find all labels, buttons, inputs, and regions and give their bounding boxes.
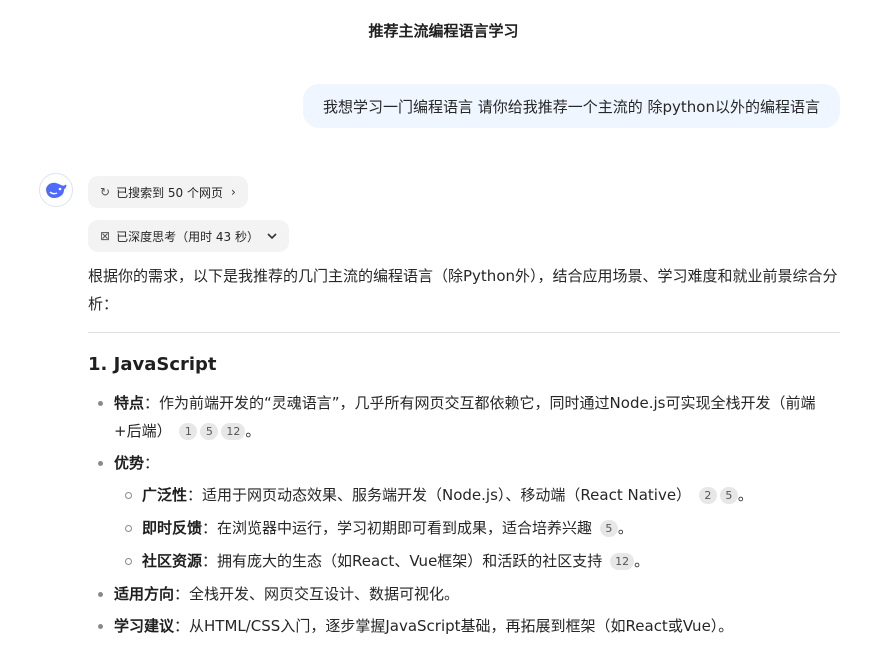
- page-title: 推荐主流编程语言学习: [368, 22, 519, 40]
- citation-badge[interactable]: 12: [610, 553, 635, 570]
- advantages-label: 优势: [114, 454, 145, 472]
- period: 。: [245, 422, 261, 440]
- sublist-item-community: 社区资源：拥有庞大的生态（如React、Vue框架）和活跃的社区支持 12。: [114, 547, 840, 575]
- features-text: ：作为前端开发的“灵魂语言”，几乎所有网页交互都依赖它，同时通过Node.js可…: [114, 394, 816, 440]
- deep-think-label: 已深度思考（用时 43 秒）: [116, 229, 259, 244]
- period: 。: [737, 486, 753, 504]
- features-label: 特点: [114, 394, 145, 412]
- sublist-item-breadth: 广泛性：适用于网页动态效果、服务端开发（Node.js）、移动端（React N…: [114, 481, 840, 509]
- breadth-text: ：适用于网页动态效果、服务端开发（Node.js）、移动端（React Nati…: [187, 486, 692, 504]
- period: 。: [617, 519, 633, 537]
- chevron-down-icon: [267, 229, 277, 243]
- citation-badge[interactable]: 5: [200, 423, 219, 440]
- search-results-button[interactable]: ↻ 已搜索到 50 个网页 ›: [88, 176, 248, 208]
- user-message-bubble: 我想学习一门编程语言 请你给我推荐一个主流的 除python以外的编程语言: [302, 84, 840, 128]
- advantages-colon: ：: [144, 454, 160, 472]
- whale-logo-icon: [46, 182, 67, 198]
- feedback-label: 即时反馈: [142, 519, 203, 537]
- advice-label: 学习建议: [114, 617, 175, 635]
- period: 。: [634, 552, 650, 570]
- assistant-avatar: [39, 173, 73, 207]
- community-text: ：拥有庞大的生态（如React、Vue框架）和活跃的社区支持: [202, 552, 603, 570]
- advice-text: ：从HTML/CSS入门，逐步掌握JavaScript基础，再拓展到框架（如Re…: [174, 617, 734, 635]
- citation-badge[interactable]: 5: [599, 520, 618, 537]
- community-label: 社区资源: [142, 552, 203, 570]
- divider: [88, 332, 840, 333]
- list-item-advice: 学习建议：从HTML/CSS入门，逐步掌握JavaScript基础，再拓展到框架…: [88, 612, 840, 640]
- citation-badge[interactable]: 2: [698, 487, 717, 504]
- list-item-advantages: 优势： 广泛性：适用于网页动态效果、服务端开发（Node.js）、移动端（Rea…: [88, 449, 840, 575]
- section-heading-javascript: 1. JavaScript: [88, 354, 217, 375]
- citation-badge[interactable]: 5: [719, 487, 738, 504]
- chevron-right-icon: ›: [230, 185, 236, 199]
- deep-think-toggle[interactable]: ⊠ 已深度思考（用时 43 秒）: [88, 220, 289, 252]
- advantages-sublist: 广泛性：适用于网页动态效果、服务端开发（Node.js）、移动端（React N…: [114, 481, 840, 575]
- direction-label: 适用方向: [114, 585, 175, 603]
- refresh-search-icon: ↻: [100, 185, 111, 199]
- search-results-label: 已搜索到 50 个网页: [116, 185, 223, 200]
- sublist-item-feedback: 即时反馈：在浏览器中运行，学习初期即可看到成果，适合培养兴趣 5。: [114, 514, 840, 542]
- citation-badge[interactable]: 12: [221, 423, 246, 440]
- assistant-response: 根据你的需求，以下是我推荐的几门主流的编程语言（除Python外），结合应用场景…: [88, 262, 840, 644]
- list-item-direction: 适用方向：全栈开发、网页交互设计、数据可视化。: [88, 580, 840, 608]
- think-icon: ⊠: [100, 229, 111, 243]
- direction-text: ：全栈开发、网页交互设计、数据可视化。: [174, 585, 460, 603]
- response-intro: 根据你的需求，以下是我推荐的几门主流的编程语言（除Python外），结合应用场景…: [88, 267, 838, 313]
- javascript-points-list: 特点：作为前端开发的“灵魂语言”，几乎所有网页交互都依赖它，同时通过Node.j…: [88, 389, 840, 640]
- user-message-text: 我想学习一门编程语言 请你给我推荐一个主流的 除python以外的编程语言: [322, 97, 820, 116]
- breadth-label: 广泛性: [142, 486, 188, 504]
- list-item-features: 特点：作为前端开发的“灵魂语言”，几乎所有网页交互都依赖它，同时通过Node.j…: [88, 389, 840, 445]
- feedback-text: ：在浏览器中运行，学习初期即可看到成果，适合培养兴趣: [202, 519, 593, 537]
- citation-badge[interactable]: 1: [179, 423, 198, 440]
